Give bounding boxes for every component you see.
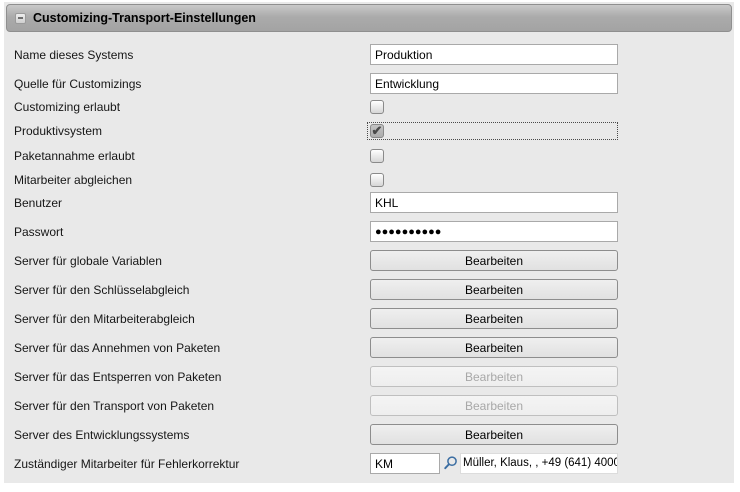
password-input[interactable] bbox=[370, 221, 618, 242]
server-package-accept-label: Server für das Annehmen von Paketen bbox=[14, 341, 220, 355]
package-acceptance-label: Paketannahme erlaubt bbox=[14, 149, 135, 163]
row-user: Benutzer bbox=[4, 192, 740, 213]
package-acceptance-checkbox[interactable] bbox=[370, 149, 384, 163]
responsible-employee-code-input[interactable] bbox=[370, 453, 440, 474]
row-server-employee-sync: Server für den Mitarbeiterabgleich Bearb… bbox=[4, 308, 740, 329]
group-header[interactable]: Customizing-Transport-Einstellungen bbox=[6, 4, 732, 32]
row-server-global-vars: Server für globale Variablen Bearbeiten bbox=[4, 250, 740, 271]
row-customizing-source: Quelle für Customizings bbox=[4, 73, 740, 94]
server-package-accept-edit-button[interactable]: Bearbeiten bbox=[370, 337, 618, 358]
server-package-unlock-edit-button: Bearbeiten bbox=[370, 366, 618, 387]
collapse-minus-icon[interactable] bbox=[15, 13, 26, 24]
settings-page: Customizing-Transport-Einstellungen Name… bbox=[0, 0, 740, 492]
server-global-vars-label: Server für globale Variablen bbox=[14, 254, 162, 268]
server-dev-system-edit-button[interactable]: Bearbeiten bbox=[370, 424, 618, 445]
server-package-transport-edit-button: Bearbeiten bbox=[370, 395, 618, 416]
server-employee-sync-label: Server für den Mitarbeiterabgleich bbox=[14, 312, 195, 326]
row-password: Passwort bbox=[4, 221, 740, 242]
row-system-name: Name dieses Systems bbox=[4, 44, 740, 65]
sync-employees-checkbox[interactable] bbox=[370, 173, 384, 187]
row-productive-system: Produktivsystem ✔ bbox=[4, 124, 740, 138]
row-responsible-employee: Zuständiger Mitarbeiter für Fehlerkorrek… bbox=[4, 453, 740, 474]
row-sync-employees: Mitarbeiter abgleichen bbox=[4, 173, 740, 187]
row-server-dev-system: Server des Entwicklungssystems Bearbeite… bbox=[4, 424, 740, 445]
row-server-package-accept: Server für das Annehmen von Paketen Bear… bbox=[4, 337, 740, 358]
server-key-sync-label: Server für den Schlüsselabgleich bbox=[14, 283, 189, 297]
user-label: Benutzer bbox=[14, 196, 62, 210]
productive-system-checkbox[interactable]: ✔ bbox=[370, 124, 384, 138]
customizing-allowed-label: Customizing erlaubt bbox=[14, 100, 120, 114]
responsible-employee-display: Müller, Klaus, , +49 (641) 4000 bbox=[460, 453, 618, 474]
settings-panel: Customizing-Transport-Einstellungen Name… bbox=[4, 2, 734, 483]
row-customizing-allowed: Customizing erlaubt bbox=[4, 100, 740, 114]
checkmark-icon: ✔ bbox=[372, 124, 383, 137]
server-dev-system-label: Server des Entwicklungssystems bbox=[14, 428, 189, 442]
password-label: Passwort bbox=[14, 225, 63, 239]
server-employee-sync-edit-button[interactable]: Bearbeiten bbox=[370, 308, 618, 329]
server-package-transport-label: Server für den Transport von Paketen bbox=[14, 399, 214, 413]
productive-system-label: Produktivsystem bbox=[14, 124, 102, 138]
row-server-key-sync: Server für den Schlüsselabgleich Bearbei… bbox=[4, 279, 740, 300]
server-key-sync-edit-button[interactable]: Bearbeiten bbox=[370, 279, 618, 300]
system-name-label: Name dieses Systems bbox=[14, 48, 133, 62]
server-global-vars-edit-button[interactable]: Bearbeiten bbox=[370, 250, 618, 271]
row-package-acceptance: Paketannahme erlaubt bbox=[4, 149, 740, 163]
customizing-source-input[interactable] bbox=[370, 73, 618, 94]
focus-outline: ✔ bbox=[367, 122, 618, 140]
customizing-allowed-checkbox[interactable] bbox=[370, 100, 384, 114]
row-server-package-unlock: Server für das Entsperren von Paketen Be… bbox=[4, 366, 740, 387]
customizing-source-label: Quelle für Customizings bbox=[14, 77, 141, 91]
group-title: Customizing-Transport-Einstellungen bbox=[33, 11, 256, 25]
system-name-input[interactable] bbox=[370, 44, 618, 65]
search-icon[interactable] bbox=[442, 455, 459, 472]
server-package-unlock-label: Server für das Entsperren von Paketen bbox=[14, 370, 221, 384]
user-input[interactable] bbox=[370, 192, 618, 213]
responsible-employee-label: Zuständiger Mitarbeiter für Fehlerkorrek… bbox=[14, 457, 239, 471]
row-server-package-transport: Server für den Transport von Paketen Bea… bbox=[4, 395, 740, 416]
sync-employees-label: Mitarbeiter abgleichen bbox=[14, 173, 132, 187]
